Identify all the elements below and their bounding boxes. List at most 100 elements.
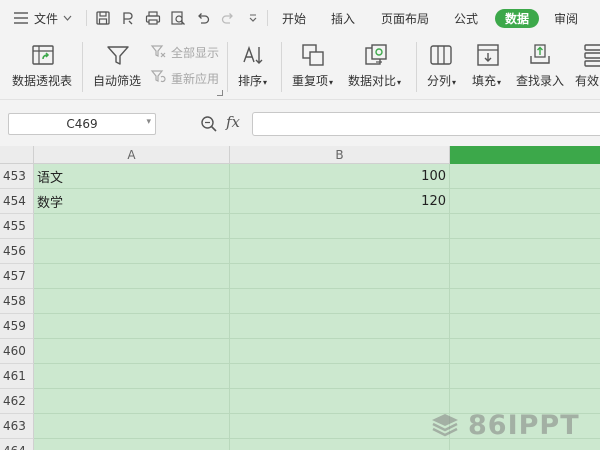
table-row: 455 (0, 214, 600, 239)
cell-a[interactable] (34, 239, 230, 264)
row-header[interactable]: 463 (0, 414, 34, 439)
cell-c[interactable] (450, 339, 600, 364)
column-header-b[interactable]: B (230, 146, 450, 164)
file-menu[interactable]: 文件 (34, 0, 72, 36)
filter-refresh-icon (150, 70, 166, 83)
menu-bar: 文件 开始 插入 页面布局 公式 数据 审阅 (0, 0, 600, 36)
filter-icon (107, 46, 129, 65)
watermark-text: 86IPPT (468, 409, 580, 441)
tab-label: 页面布局 (380, 12, 429, 26)
fill-label: 填充▾ (472, 74, 502, 88)
customize-toolbar-icon[interactable] (244, 9, 262, 27)
select-all-corner[interactable] (0, 146, 34, 164)
cell-a[interactable] (34, 339, 230, 364)
cell-a[interactable] (34, 364, 230, 389)
cell-c[interactable] (450, 239, 600, 264)
save-icon[interactable] (94, 9, 112, 27)
lookup-entry-label: 查找录入 (516, 74, 565, 88)
dialog-launcher-icon[interactable] (217, 90, 223, 96)
cell-b[interactable] (230, 414, 450, 439)
cell-b[interactable] (230, 289, 450, 314)
duplicates-label: 重复项▾ (292, 74, 334, 88)
hamburger-menu-icon[interactable] (12, 9, 30, 27)
compare-label: 数据对比▾ (348, 74, 402, 88)
cell-c[interactable] (450, 289, 600, 314)
cell-b[interactable] (230, 439, 450, 450)
row-header[interactable]: 461 (0, 364, 34, 389)
cell-c[interactable] (450, 364, 600, 389)
cell-b[interactable]: 120 (230, 189, 450, 214)
cell-b[interactable] (230, 389, 450, 414)
print-preview-icon[interactable] (169, 9, 187, 27)
table-row: 453 语文 100 (0, 164, 600, 189)
cell-a[interactable] (34, 314, 230, 339)
cell-b[interactable] (230, 339, 450, 364)
cell-b[interactable] (230, 364, 450, 389)
tab-formulas[interactable]: 公式 (449, 9, 483, 28)
cell-a[interactable] (34, 264, 230, 289)
cell-c[interactable] (450, 214, 600, 239)
cell-b[interactable] (230, 264, 450, 289)
divider (227, 42, 228, 92)
cell-b[interactable] (230, 314, 450, 339)
export-pdf-icon[interactable] (119, 9, 137, 27)
spreadsheet-grid: A B 453 语文 100 454 数学 120 455 456 457 45… (0, 146, 600, 450)
pivot-table-icon (32, 45, 54, 65)
row-header[interactable]: 456 (0, 239, 34, 264)
cell-a[interactable] (34, 289, 230, 314)
row-header[interactable]: 454 (0, 189, 34, 214)
split-columns-icon (430, 45, 452, 65)
insert-function-button[interactable]: fx (226, 113, 240, 131)
tab-home[interactable]: 开始 (277, 9, 311, 28)
filter-clear-icon (150, 45, 166, 58)
compare-icon (365, 44, 387, 65)
print-icon[interactable] (144, 9, 162, 27)
cell-c[interactable] (450, 164, 600, 189)
chevron-down-icon[interactable]: ▾ (146, 117, 151, 127)
cell-a[interactable] (34, 439, 230, 450)
show-all-label: 全部显示 (171, 46, 220, 60)
zoom-search-icon[interactable] (200, 115, 218, 133)
cell-a[interactable]: 数学 (34, 189, 230, 214)
name-box[interactable]: C469 ▾ (8, 113, 156, 135)
table-row: 458 (0, 289, 600, 314)
cell-c[interactable] (450, 314, 600, 339)
fill-down-icon (477, 44, 499, 66)
tab-label: 审阅 (553, 12, 578, 26)
divider (416, 42, 417, 92)
chevron-down-icon (63, 15, 72, 21)
row-header[interactable]: 458 (0, 289, 34, 314)
cell-a[interactable] (34, 414, 230, 439)
tab-review[interactable]: 审阅 (549, 9, 583, 28)
validity-label: 有效 (575, 74, 600, 88)
divider (82, 42, 83, 92)
file-menu-label: 文件 (34, 11, 59, 26)
cell-c[interactable] (450, 264, 600, 289)
tab-page-layout[interactable]: 页面布局 (375, 9, 435, 28)
sort-label: 排序▾ (238, 74, 268, 88)
formula-input[interactable] (252, 112, 600, 136)
cell-b[interactable] (230, 239, 450, 264)
row-header[interactable]: 460 (0, 339, 34, 364)
column-header-c-selected[interactable] (450, 146, 600, 164)
column-header-a[interactable]: A (34, 146, 230, 164)
row-header[interactable]: 457 (0, 264, 34, 289)
redo-icon[interactable] (219, 9, 237, 27)
row-header[interactable]: 459 (0, 314, 34, 339)
table-row: 461 (0, 364, 600, 389)
row-header[interactable]: 464 (0, 439, 34, 450)
tab-data[interactable]: 数据 (495, 9, 539, 28)
cell-a[interactable] (34, 389, 230, 414)
undo-icon[interactable] (194, 9, 212, 27)
cell-a[interactable]: 语文 (34, 164, 230, 189)
tab-insert[interactable]: 插入 (326, 9, 360, 28)
divider (267, 10, 268, 26)
cell-b[interactable] (230, 214, 450, 239)
divider (281, 42, 282, 92)
cell-a[interactable] (34, 214, 230, 239)
cell-c[interactable] (450, 189, 600, 214)
row-header[interactable]: 453 (0, 164, 34, 189)
cell-b[interactable]: 100 (230, 164, 450, 189)
row-header[interactable]: 462 (0, 389, 34, 414)
row-header[interactable]: 455 (0, 214, 34, 239)
